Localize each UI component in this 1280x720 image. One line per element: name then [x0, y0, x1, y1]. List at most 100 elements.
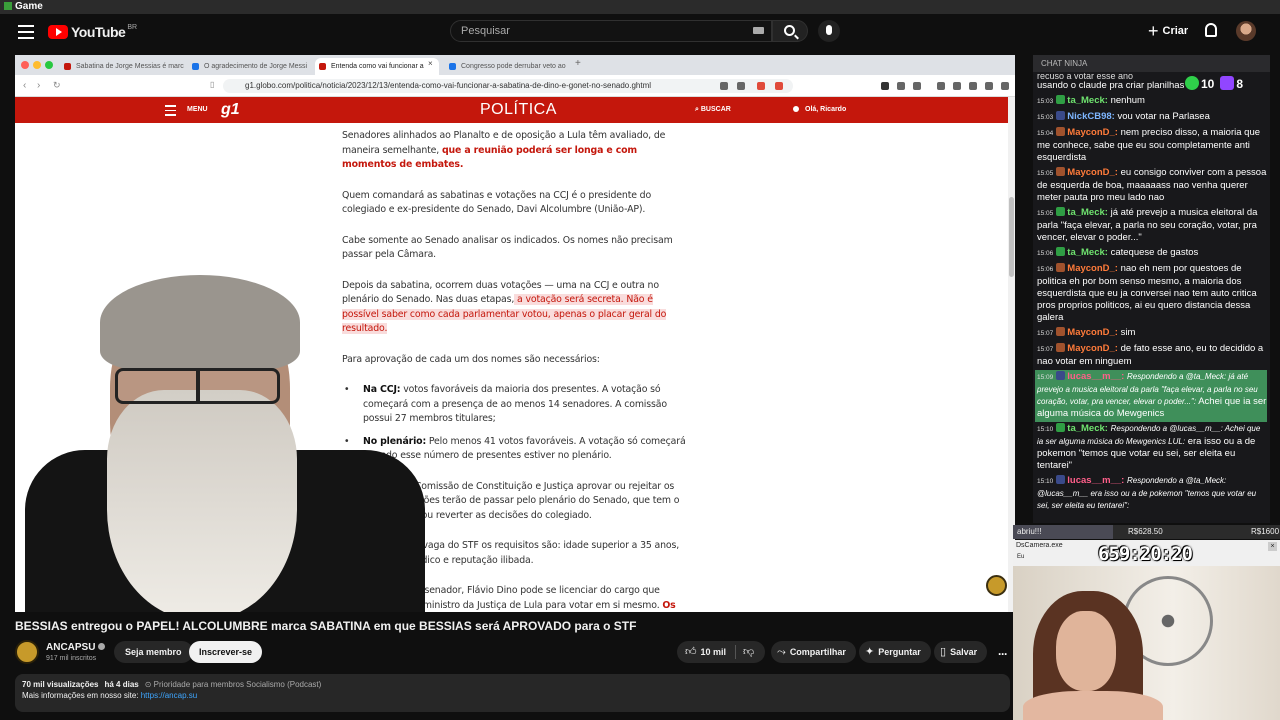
upload-age: há 4 dias	[104, 680, 139, 689]
verified-icon	[98, 643, 106, 650]
subscriber-count: 917 mil inscritos	[46, 655, 97, 662]
chat-badge-icon	[1056, 423, 1066, 432]
search-input[interactable]: Pesquisar	[450, 20, 772, 42]
more-actions-icon[interactable]: ···	[998, 647, 1008, 661]
create-button[interactable]: + Criar	[1148, 20, 1188, 42]
keyboard-icon[interactable]	[753, 27, 764, 34]
sidebar-toggle-icon[interactable]	[937, 82, 945, 90]
chat-username[interactable]: MayconD_:	[1067, 263, 1118, 274]
browser-tab[interactable]: Sabatina de Jorge Messias é marc	[60, 58, 188, 75]
browser-menu-icon[interactable]	[1001, 82, 1009, 90]
scrollbar-thumb[interactable]	[1009, 197, 1014, 277]
youtube-logo[interactable]: YouTube BR	[48, 24, 137, 40]
chat-messages: recuso a votar esse ano usando o claude …	[1035, 69, 1267, 514]
chat-message: 15:03 NickCB98: vou votar na Parlasea	[1035, 110, 1267, 126]
back-arrow-icon[interactable]: ‹	[23, 80, 26, 91]
tab-favicon-icon	[449, 63, 456, 70]
divider	[735, 645, 737, 659]
country-code: BR	[127, 24, 138, 31]
subathon-timer: 659:20:20	[1098, 543, 1193, 565]
chat-username[interactable]: MayconD_:	[1067, 343, 1118, 354]
close-window-icon[interactable]	[21, 61, 29, 69]
tab-label: Entenda como vai funcionar a	[331, 63, 424, 70]
chat-username[interactable]: ta_Meck:	[1067, 207, 1108, 218]
like-dislike-group: 👍︎ 10 mil 👎︎	[677, 641, 765, 663]
chat-username[interactable]: MayconD_:	[1067, 167, 1118, 178]
extension-icon[interactable]	[953, 82, 961, 90]
chat-message: 15:03 ta_Meck: nenhum	[1035, 94, 1267, 110]
alert-icon[interactable]	[775, 82, 783, 90]
chat-message: 15:07 MayconD_: sim	[1035, 326, 1267, 342]
channel-watermark-icon[interactable]	[986, 575, 1007, 596]
video-description[interactable]: 70 mil visualizações há 4 dias ⊙ Prioridad…	[15, 674, 1010, 712]
video-tags: ⊙ Prioridade para membros Socialismo (Po…	[144, 680, 322, 689]
minimize-window-icon[interactable]	[33, 61, 41, 69]
browser-tab[interactable]: Congresso pode derrubar veto ao	[445, 58, 569, 75]
new-tab-icon[interactable]: +	[575, 58, 581, 69]
brave-shield-icon[interactable]	[757, 82, 765, 90]
chat-username[interactable]: NickCB98:	[1067, 111, 1115, 122]
chat-timestamp: 15:09	[1037, 374, 1054, 381]
account-avatar[interactable]	[1236, 21, 1256, 41]
voice-search-button[interactable]	[818, 20, 840, 42]
reload-icon[interactable]: ↻	[53, 80, 61, 91]
dislike-button[interactable]: 👎︎	[743, 641, 754, 663]
share-button[interactable]: ⤳ Compartilhar	[771, 641, 856, 663]
chat-username[interactable]: MayconD_:	[1067, 127, 1118, 138]
chat-counters: 10 8	[1185, 76, 1243, 90]
extension-icon[interactable]	[913, 82, 921, 90]
save-button[interactable]: ▯ Salvar	[934, 641, 988, 663]
chat-username[interactable]: ta_Meck:	[1067, 95, 1108, 106]
chat-username[interactable]: ta_Meck:	[1067, 247, 1108, 258]
extension-icon[interactable]	[985, 82, 993, 90]
chat-message: 15:10 lucas__m__: Respondendo a @ta_Meck:…	[1035, 474, 1267, 514]
g1-logo[interactable]: g1	[221, 101, 240, 119]
chat-username[interactable]: MayconD_:	[1067, 327, 1118, 338]
bookmark-icon[interactable]: ▯	[210, 80, 214, 89]
extension-icon[interactable]	[969, 82, 977, 90]
close-tab-icon[interactable]: ×	[428, 59, 433, 68]
description-text: Mais informações em nosso site:	[22, 691, 141, 700]
subscribe-button[interactable]: Inscrever-se	[189, 641, 263, 663]
youtube-play-icon	[48, 25, 68, 39]
viewer-counter: 10	[1185, 76, 1214, 90]
g1-user-label[interactable]: Olá, Ricardo	[793, 106, 846, 113]
menu-icon[interactable]	[18, 25, 34, 39]
g1-menu-label[interactable]: MENU	[187, 106, 208, 113]
notifications-bell-icon[interactable]	[1205, 23, 1217, 37]
chat-panel: recuso a votar esse ano usando o claude …	[1033, 55, 1270, 523]
channel-avatar[interactable]	[15, 640, 39, 664]
g1-search-button[interactable]: ⌕ BUSCAR	[695, 106, 731, 114]
search-icon	[784, 25, 795, 36]
chat-username[interactable]: lucas__m__:	[1067, 371, 1124, 382]
share-icon: ⤳	[777, 646, 786, 658]
chat-badge-icon	[1056, 127, 1066, 136]
channel-name[interactable]: ANCAPSU	[46, 642, 106, 653]
chat-message: 15:04 MayconD_: nem preciso disso, a maio…	[1035, 126, 1267, 166]
article-paragraph: Cabe somente ao Senado analisar os indic…	[342, 234, 673, 261]
share-page-icon[interactable]	[737, 82, 745, 90]
chat-timestamp: 15:04	[1037, 130, 1054, 137]
close-icon[interactable]: ×	[1268, 542, 1277, 551]
extension-icon[interactable]	[720, 82, 728, 90]
address-bar[interactable]: g1.globo.com/politica/noticia/2023/12/13…	[223, 79, 793, 93]
join-button[interactable]: Seja membro	[114, 641, 193, 663]
description-link[interactable]: https://ancap.su	[141, 691, 197, 700]
like-count: 10 mil	[700, 647, 727, 657]
extension-icon[interactable]	[897, 82, 905, 90]
maximize-window-icon[interactable]	[45, 61, 53, 69]
browser-tab[interactable]: O agradecimento de Jorge Messi	[188, 58, 312, 75]
chat-username[interactable]: ta_Meck:	[1067, 423, 1108, 434]
chat-message: 15:06 MayconD_: nao eh nem por questoes d…	[1035, 262, 1267, 326]
g1-menu-icon[interactable]	[165, 105, 176, 119]
ask-button[interactable]: ✦ Perguntar	[859, 641, 931, 663]
ask-label: Perguntar	[878, 647, 921, 657]
extension-icon[interactable]	[881, 82, 889, 90]
search-button[interactable]	[772, 20, 808, 42]
camera-subtitle: Eu	[1017, 554, 1025, 560]
chat-username[interactable]: lucas__m__:	[1067, 475, 1124, 486]
forward-arrow-icon[interactable]: ›	[37, 80, 40, 91]
chat-badge-icon	[1056, 111, 1066, 120]
browser-tab-active[interactable]: Entenda como vai funcionar a	[315, 58, 439, 75]
like-button[interactable]: 👍︎ 10 mil	[677, 641, 726, 663]
